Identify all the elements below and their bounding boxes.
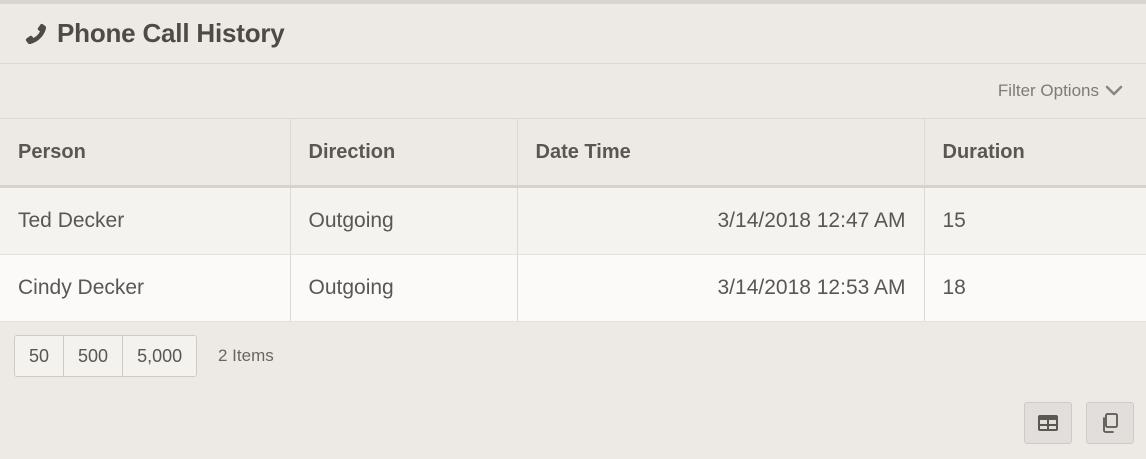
cell-duration: 15 <box>924 186 1146 255</box>
page-title: Phone Call History <box>57 18 285 48</box>
export-to-excel-button[interactable] <box>1024 402 1072 444</box>
panel-header: Phone Call History <box>0 4 1146 64</box>
cell-direction: Outgoing <box>290 254 518 322</box>
table-header-row: Person Direction Date Time Duration <box>0 119 1146 188</box>
phone-icon <box>23 21 49 47</box>
column-header-duration[interactable]: Duration <box>924 119 1146 188</box>
cell-date-time: 3/14/2018 12:53 AM <box>517 254 925 322</box>
column-header-date-time[interactable]: Date Time <box>517 119 925 188</box>
column-header-direction[interactable]: Direction <box>290 119 518 188</box>
cell-direction: Outgoing <box>290 186 518 255</box>
chevron-down-icon <box>1104 81 1124 101</box>
copy-icon <box>1101 413 1119 433</box>
grid-table-icon <box>1038 414 1058 432</box>
filter-options-toggle[interactable]: Filter Options <box>998 81 1124 101</box>
filter-row: Filter Options <box>0 64 1146 119</box>
page-size-5000-button[interactable]: 5,000 <box>123 336 196 376</box>
cell-person: Cindy Decker <box>0 254 291 322</box>
grid-footer: 50 500 5,000 2 Items <box>0 322 1146 459</box>
filter-options-label: Filter Options <box>997 81 1099 100</box>
item-count: 2 Items <box>218 346 274 365</box>
copy-to-clipboard-button[interactable] <box>1086 402 1134 444</box>
cell-duration: 18 <box>924 254 1146 322</box>
column-header-person[interactable]: Person <box>0 119 291 188</box>
cell-date-time: 3/14/2018 12:47 AM <box>517 186 925 255</box>
page-size-50-button[interactable]: 50 <box>15 336 65 376</box>
cell-person: Ted Decker <box>0 186 291 255</box>
phone-call-history-panel: Phone Call History Filter Options Person… <box>0 0 1146 459</box>
page-size-selector: 50 500 5,000 <box>14 335 198 377</box>
call-history-table: Person Direction Date Time Duration Ted … <box>0 119 1146 322</box>
table-row[interactable]: Ted Decker Outgoing 3/14/2018 12:47 AM 1… <box>0 186 1146 255</box>
page-size-500-button[interactable]: 500 <box>64 336 124 376</box>
table-row[interactable]: Cindy Decker Outgoing 3/14/2018 12:53 AM… <box>0 254 1146 322</box>
